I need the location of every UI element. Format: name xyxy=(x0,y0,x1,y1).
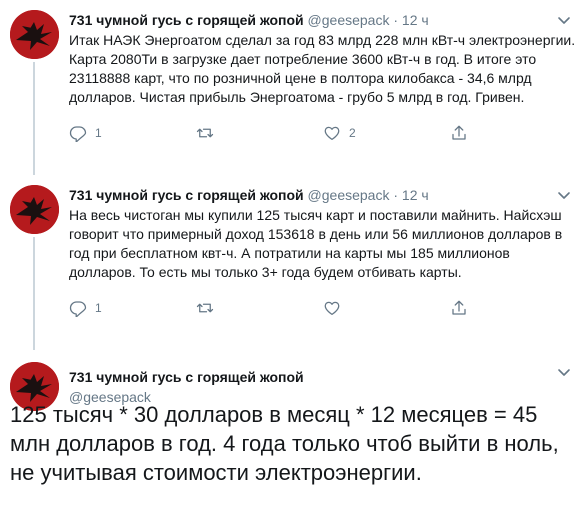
tweet-header: 731 чумной гусь с горящей жопой @geesepa… xyxy=(69,185,577,205)
share-button[interactable] xyxy=(450,124,577,142)
reply-count: 1 xyxy=(95,126,102,140)
avatar-column xyxy=(10,185,60,350)
reply-count: 1 xyxy=(95,301,102,315)
retweet-button[interactable] xyxy=(196,299,323,317)
separator-dot: · xyxy=(393,187,399,203)
bird-avatar-icon xyxy=(10,185,59,234)
reply-icon xyxy=(69,126,87,142)
tweet-text: Итак НАЭК Энергоатом сделал за год 83 мл… xyxy=(69,32,576,105)
main-tweet-text: 125 тысяч * 30 долларов в месяц * 12 мес… xyxy=(10,402,559,485)
retweet-icon xyxy=(196,128,214,138)
display-name[interactable]: 731 чумной гусь с горящей жопой xyxy=(69,12,304,28)
like-count: 2 xyxy=(349,126,356,140)
chevron-down-icon[interactable] xyxy=(556,364,572,380)
tweet-body: 731 чумной гусь с горящей жопой @geesepa… xyxy=(69,10,577,175)
share-button[interactable] xyxy=(450,299,577,317)
heart-icon xyxy=(324,126,340,141)
user-handle[interactable]: @geesepack xyxy=(308,187,390,203)
reply-button[interactable]: 1 xyxy=(69,124,196,142)
avatar-column xyxy=(10,10,60,175)
tweet-header: 731 чумной гусь с горящей жопой @geesepa… xyxy=(69,10,577,30)
heart-icon xyxy=(324,301,340,316)
action-bar: 1 xyxy=(69,297,577,319)
reply-button[interactable]: 1 xyxy=(69,299,196,317)
retweet-button[interactable] xyxy=(196,124,323,142)
separator-dot: · xyxy=(393,12,399,28)
chevron-down-icon[interactable] xyxy=(556,12,572,28)
bird-avatar-icon xyxy=(10,10,59,59)
tweet[interactable]: 731 чумной гусь с горящей жопой @geesepa… xyxy=(0,0,582,175)
tweet-body: 731 чумной гусь с горящей жопой @geesepa… xyxy=(69,185,577,350)
avatar[interactable] xyxy=(10,10,59,59)
reply-icon xyxy=(69,301,87,317)
like-button[interactable] xyxy=(323,299,450,317)
share-icon xyxy=(452,125,466,140)
tweet-text: На весь чистоган мы купили 125 тысяч кар… xyxy=(69,207,563,280)
timestamp[interactable]: 12 ч xyxy=(402,12,429,28)
display-name[interactable]: 731 чумной гусь с горящей жопой xyxy=(69,367,577,387)
share-icon xyxy=(452,300,466,315)
like-button[interactable]: 2 xyxy=(323,124,450,142)
thread-line xyxy=(33,62,35,175)
action-bar: 1 2 xyxy=(69,122,577,144)
avatar[interactable] xyxy=(10,185,59,234)
thread-line xyxy=(33,237,35,350)
user-handle[interactable]: @geesepack xyxy=(308,12,390,28)
retweet-icon xyxy=(196,303,214,313)
tweet[interactable]: 731 чумной гусь с горящей жопой @geesepa… xyxy=(0,175,582,350)
chevron-down-icon[interactable] xyxy=(556,187,572,203)
display-name[interactable]: 731 чумной гусь с горящей жопой xyxy=(69,187,304,203)
timestamp[interactable]: 12 ч xyxy=(402,187,429,203)
